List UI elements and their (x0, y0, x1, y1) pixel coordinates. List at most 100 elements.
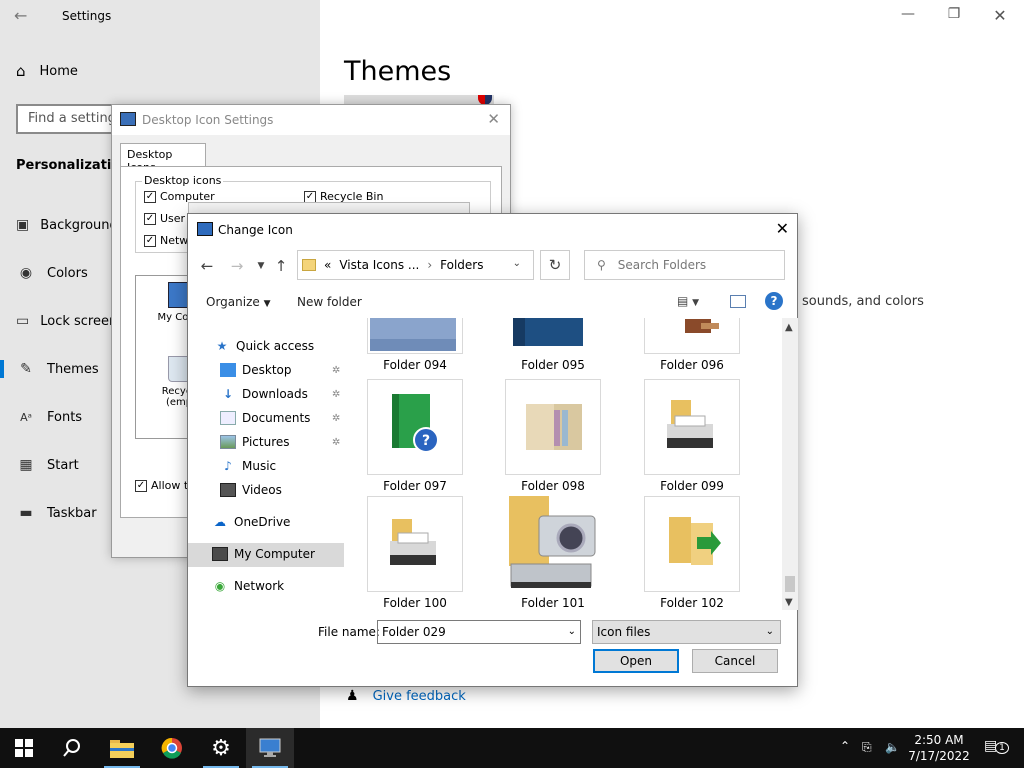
address-bar[interactable]: « Vista Icons ... › Folders ⌄ (297, 250, 534, 280)
organize-button[interactable]: Organize ▼ (206, 295, 271, 309)
close-icon[interactable]: ✕ (487, 110, 500, 128)
svg-text:?: ? (422, 433, 430, 449)
checkmark-icon: ✓ (135, 479, 147, 492)
refresh-icon[interactable]: ↻ (540, 250, 570, 280)
image-icon: ▣ (16, 217, 30, 233)
volume-icon[interactable]: 🔈 (885, 740, 900, 754)
file-explorer-taskbar-button[interactable] (98, 728, 146, 768)
file-tile[interactable] (367, 318, 463, 354)
back-arrow-icon[interactable]: ← (196, 254, 218, 278)
restore-icon[interactable]: ❐ (944, 6, 964, 22)
file-tile[interactable] (644, 318, 740, 354)
file-grid[interactable]: Folder 094 Folder 095 Folder 096 ? Folde… (355, 318, 782, 610)
chevron-down-icon[interactable]: ⌄ (513, 258, 521, 269)
nav-item-themes[interactable]: ✎ Themes (0, 354, 115, 384)
vertical-scrollbar[interactable]: ▲ ▼ (782, 318, 798, 610)
folder-arrow-icon (669, 517, 721, 565)
cancel-button[interactable]: Cancel (692, 649, 778, 673)
forward-arrow-icon[interactable]: → (226, 254, 248, 278)
start-icon: ▦ (19, 457, 33, 473)
taskbar-search-button[interactable] (48, 728, 96, 768)
nav-item-start[interactable]: ▦ Start (0, 450, 115, 480)
dialog-titlebar[interactable]: Change Icon ✕ (188, 214, 797, 246)
minimize-icon[interactable]: — (898, 6, 918, 22)
nav-network[interactable]: ◉ Network (212, 579, 284, 593)
file-tile[interactable] (367, 496, 463, 592)
music-icon: ♪ (224, 459, 232, 473)
file-tile[interactable] (505, 318, 601, 354)
new-folder-button[interactable]: New folder (297, 295, 362, 309)
desktop-icon-settings-taskbar-button[interactable] (246, 728, 294, 768)
close-icon[interactable]: ✕ (776, 219, 789, 238)
start-button[interactable] (0, 728, 48, 768)
taskbar: ⚙ ⌃ ⎘ 🔈 2:50 AM 7/17/2022 ▤ 1 (0, 728, 1024, 768)
file-name: Folder 099 (660, 479, 724, 493)
nav-onedrive[interactable]: ☁ OneDrive (212, 515, 290, 529)
scroll-up-icon[interactable]: ▲ (785, 322, 793, 333)
allow-themes-checkbox[interactable]: ✓ Allow t (135, 479, 188, 492)
nav-item-background[interactable]: ▣ Background (0, 210, 115, 240)
file-name: Folder 094 (383, 358, 447, 372)
nav-music[interactable]: ♪ Music (220, 459, 276, 473)
pin-icon[interactable]: ✲ (332, 437, 340, 448)
recent-locations-chevron-icon[interactable]: ▼ (250, 254, 272, 278)
font-icon: Aᵃ (20, 410, 32, 424)
file-tile[interactable] (505, 379, 601, 475)
chrome-taskbar-button[interactable] (148, 728, 196, 768)
help-icon[interactable]: ? (765, 292, 783, 310)
breadcrumb-overflow[interactable]: « (324, 258, 331, 272)
pin-icon[interactable]: ✲ (332, 413, 340, 424)
chevron-down-icon[interactable]: ⌄ (568, 626, 576, 637)
open-button[interactable]: Open (593, 649, 679, 673)
file-name: Folder 098 (521, 479, 585, 493)
pin-icon[interactable]: ✲ (332, 365, 340, 376)
pin-icon[interactable]: ✲ (332, 389, 340, 400)
nav-my-computer[interactable]: My Computer (212, 547, 315, 561)
nav-item-taskbar[interactable]: ▬ Taskbar (0, 498, 115, 528)
file-tile[interactable] (644, 379, 740, 475)
scroll-down-icon[interactable]: ▼ (785, 597, 793, 608)
scrollbar-thumb[interactable] (785, 576, 795, 592)
search-icon: ⚲ (597, 258, 606, 272)
nav-videos[interactable]: Videos (220, 483, 282, 497)
find-setting-input[interactable]: Find a setting (16, 104, 126, 134)
give-feedback-link[interactable]: ♟ Give feedback (346, 688, 466, 704)
breadcrumb-folders[interactable]: Folders (440, 258, 483, 272)
nav-item-lock-screen[interactable]: ▭ Lock screen (0, 306, 115, 336)
preview-pane-icon[interactable] (730, 295, 746, 308)
close-icon[interactable]: ✕ (990, 6, 1010, 25)
nav-documents[interactable]: Documents ✲ (220, 411, 340, 425)
nav-desktop[interactable]: Desktop ✲ (220, 363, 340, 377)
file-tile[interactable]: ? (367, 379, 463, 475)
user-files-checkbox[interactable]: ✓ User (144, 212, 185, 225)
file-name-input[interactable]: Folder 029 ⌄ (377, 620, 581, 644)
feedback-person-icon: ♟ (346, 688, 359, 704)
nav-pictures[interactable]: Pictures ✲ (220, 435, 340, 449)
notification-count: 1 (995, 742, 1009, 754)
checkmark-icon: ✓ (144, 212, 156, 225)
settings-gear-icon: ⚙ (211, 735, 231, 761)
file-tile[interactable] (644, 496, 740, 592)
view-options-button[interactable]: ▤ ▼ (677, 294, 699, 308)
network-checkbox[interactable]: ✓ Netw (144, 234, 188, 247)
file-type-select[interactable]: Icon files ⌄ (592, 620, 781, 644)
search-input[interactable]: ⚲ Search Folders (584, 250, 785, 280)
home-nav-item[interactable]: ⌂ Home (16, 62, 78, 80)
nav-item-colors[interactable]: ◉ Colors (0, 258, 115, 288)
file-tile[interactable] (505, 496, 601, 592)
show-hidden-icons-chevron-icon[interactable]: ⌃ (840, 739, 850, 753)
dialog-titlebar[interactable]: Desktop Icon Settings ✕ (112, 105, 510, 135)
settings-taskbar-button[interactable]: ⚙ (197, 728, 245, 768)
monitor-icon (120, 112, 136, 126)
tab-desktop-icons[interactable]: Desktop Icons (120, 143, 206, 174)
network-status-icon[interactable]: ⎘ (862, 740, 872, 755)
nav-quick-access[interactable]: ★ Quick access (214, 339, 315, 353)
search-icon (63, 739, 80, 757)
action-center-button[interactable]: ▤ 1 (984, 738, 1009, 754)
nav-item-fonts[interactable]: Aᵃ Fonts (0, 402, 115, 432)
nav-downloads[interactable]: ↓ Downloads ✲ (220, 387, 340, 401)
breadcrumb-vista-icons[interactable]: Vista Icons ... (339, 258, 419, 272)
system-clock[interactable]: 2:50 AM 7/17/2022 (905, 732, 973, 764)
back-arrow-icon[interactable]: ← (14, 6, 34, 26)
up-arrow-icon[interactable]: ↑ (270, 254, 292, 278)
